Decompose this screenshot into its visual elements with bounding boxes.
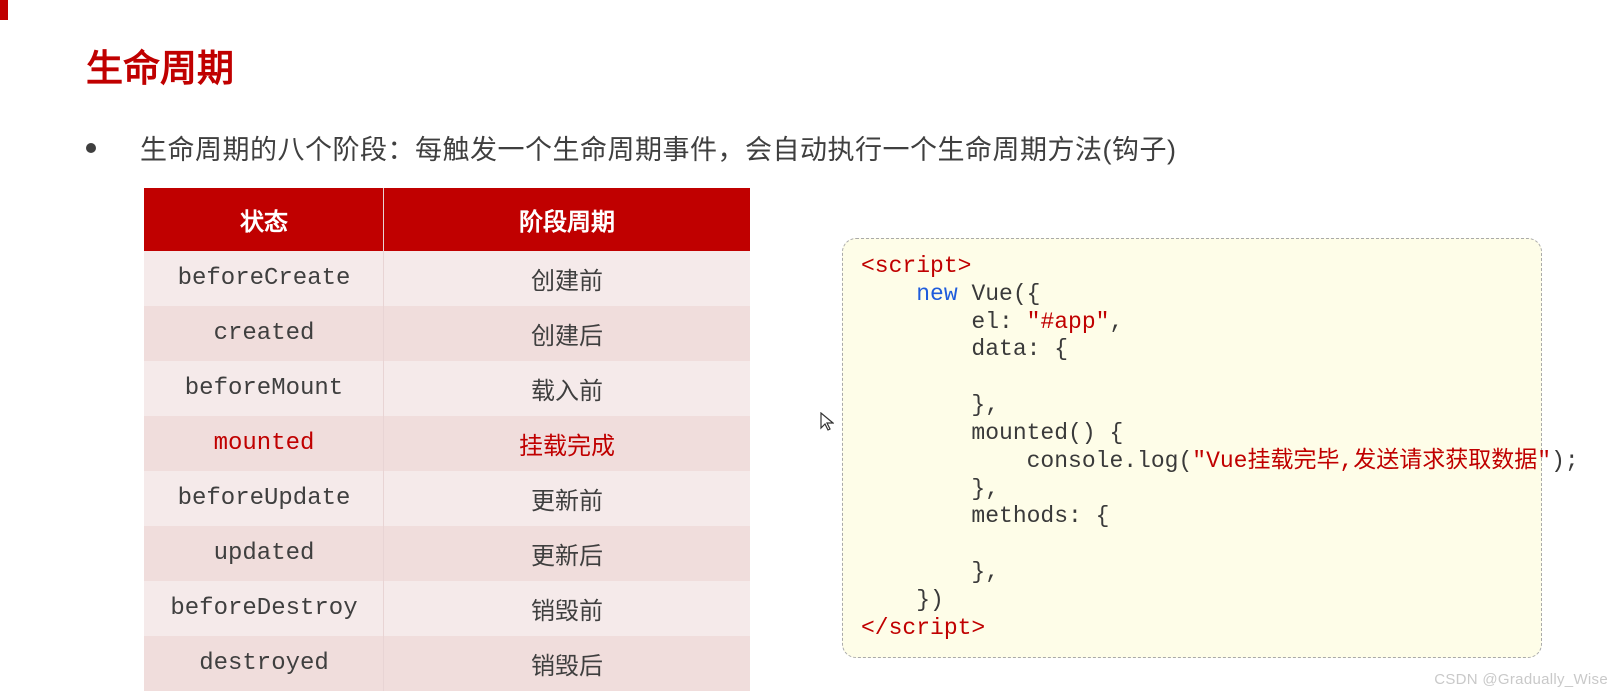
code-segment: mounted() { — [861, 420, 1123, 446]
code-block: <script> new Vue({ el: "#app", data: { }… — [842, 238, 1542, 658]
lifecycle-table-wrap: 状态 阶段周期 beforeCreate创建前created创建后beforeM… — [144, 188, 750, 691]
cursor-arrow-icon — [820, 412, 834, 437]
table-cell-phase: 更新前 — [384, 471, 750, 526]
code-line: }, — [861, 476, 1523, 504]
table-row: updated更新后 — [144, 526, 750, 581]
table-row: beforeDestroy销毁前 — [144, 581, 750, 636]
code-line — [861, 531, 1523, 559]
table-cell-phase: 销毁前 — [384, 581, 750, 636]
code-segment: ); — [1551, 448, 1579, 474]
code-segment: console.log( — [861, 448, 1192, 474]
code-segment: </script> — [861, 615, 985, 641]
code-line: console.log("Vue挂载完毕,发送请求获取数据"); — [861, 448, 1523, 476]
code-segment: Vue({ — [958, 281, 1041, 307]
table-cell-phase: 创建前 — [384, 251, 750, 306]
bullet-icon — [86, 143, 96, 153]
code-segment: new — [916, 281, 957, 307]
code-segment: , — [1109, 309, 1123, 335]
table-header-state: 状态 — [144, 188, 384, 251]
bullet-text: 生命周期的八个阶段：每触发一个生命周期事件，会自动执行一个生命周期方法(钩子) — [140, 128, 1176, 167]
watermark: CSDN @Gradually_Wise — [1434, 671, 1608, 688]
table-header-phase: 阶段周期 — [384, 188, 750, 251]
table-cell-state: beforeDestroy — [144, 581, 384, 636]
code-line: methods: { — [861, 503, 1523, 531]
bullet-row: 生命周期的八个阶段：每触发一个生命周期事件，会自动执行一个生命周期方法(钩子) — [86, 128, 1176, 167]
code-segment: "#app" — [1027, 309, 1110, 335]
table-row: beforeMount载入前 — [144, 361, 750, 416]
code-line: </script> — [861, 615, 1523, 643]
code-segment — [861, 281, 916, 307]
table-cell-phase: 挂载完成 — [384, 416, 750, 471]
table-cell-state: destroyed — [144, 636, 384, 691]
table-cell-phase: 载入前 — [384, 361, 750, 416]
table-cell-phase: 销毁后 — [384, 636, 750, 691]
code-line: new Vue({ — [861, 281, 1523, 309]
code-line: }) — [861, 587, 1523, 615]
code-line: data: { — [861, 336, 1523, 364]
table-cell-state: mounted — [144, 416, 384, 471]
code-line: }, — [861, 559, 1523, 587]
table-row: mounted挂载完成 — [144, 416, 750, 471]
red-accent-tab — [0, 0, 8, 20]
code-segment: }, — [861, 559, 999, 585]
table-cell-state: beforeMount — [144, 361, 384, 416]
code-segment: data: { — [861, 336, 1068, 362]
table-cell-phase: 创建后 — [384, 306, 750, 361]
table-cell-phase: 更新后 — [384, 526, 750, 581]
code-line: el: "#app", — [861, 309, 1523, 337]
table-cell-state: beforeUpdate — [144, 471, 384, 526]
table-row: created创建后 — [144, 306, 750, 361]
table-header-row: 状态 阶段周期 — [144, 188, 750, 251]
code-segment: el: — [861, 309, 1027, 335]
lifecycle-table: 状态 阶段周期 beforeCreate创建前created创建后beforeM… — [144, 188, 750, 691]
table-cell-state: beforeCreate — [144, 251, 384, 306]
code-segment: }, — [861, 476, 999, 502]
table-cell-state: created — [144, 306, 384, 361]
code-line: mounted() { — [861, 420, 1523, 448]
table-cell-state: updated — [144, 526, 384, 581]
code-segment: }) — [861, 587, 944, 613]
code-line: <script> — [861, 253, 1523, 281]
code-segment: "Vue挂载完毕,发送请求获取数据" — [1192, 448, 1551, 474]
table-row: destroyed销毁后 — [144, 636, 750, 691]
code-line: }, — [861, 392, 1523, 420]
page-title: 生命周期 — [86, 38, 234, 92]
table-row: beforeCreate创建前 — [144, 251, 750, 306]
code-segment: <script> — [861, 253, 971, 279]
code-line — [861, 364, 1523, 392]
table-row: beforeUpdate更新前 — [144, 471, 750, 526]
code-segment: }, — [861, 392, 999, 418]
code-segment: methods: { — [861, 503, 1109, 529]
